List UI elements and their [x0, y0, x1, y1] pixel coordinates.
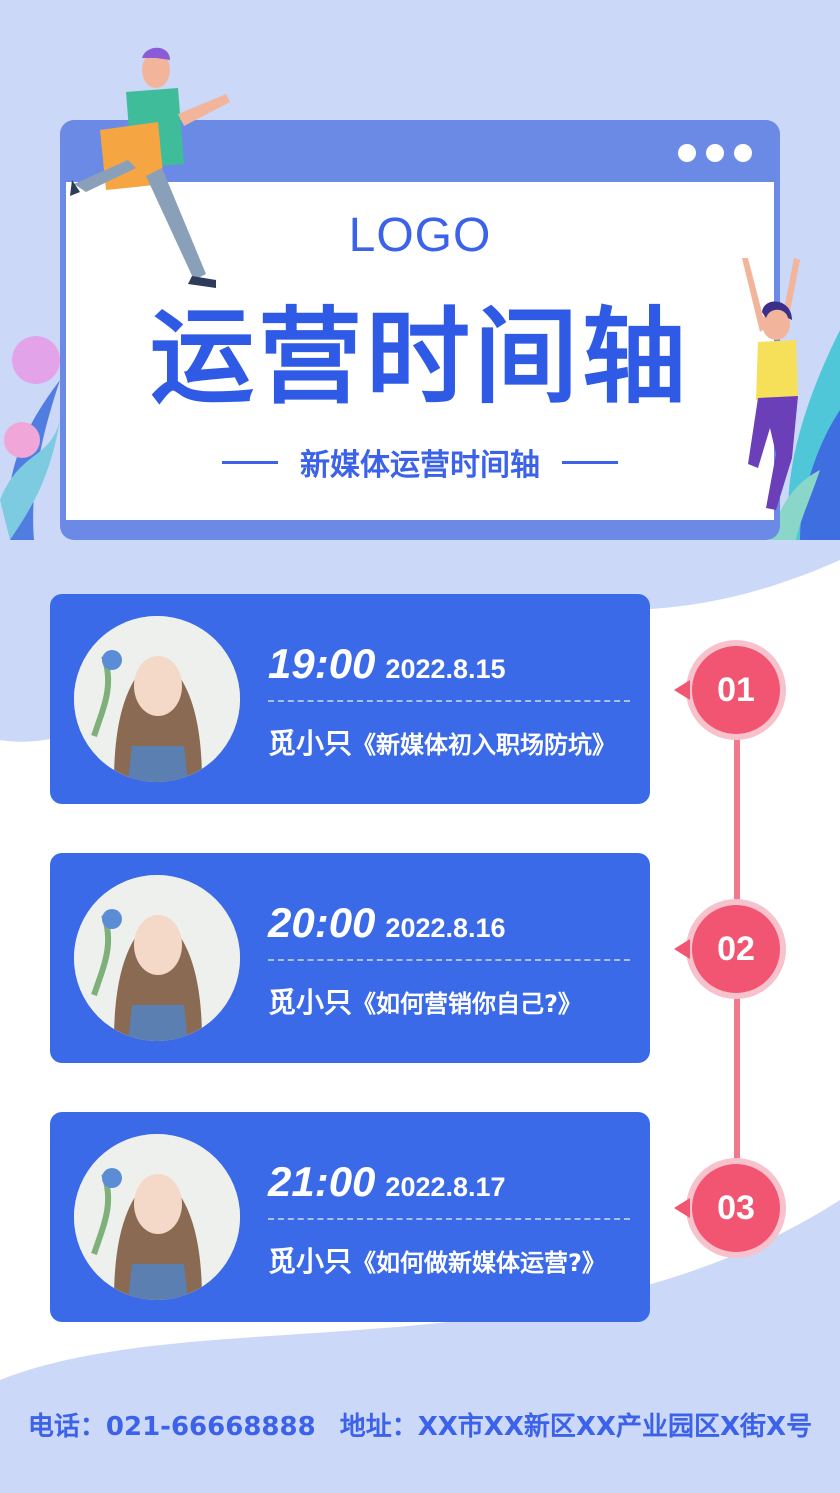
card-divider [268, 959, 630, 961]
event-topic: 《如何做新媒体运营?》 [352, 1249, 606, 1277]
event-topic: 《如何营销你自己?》 [352, 990, 582, 1018]
event-date: 2022.8.16 [385, 913, 506, 943]
footer-phone: 电话：021-66668888 [27, 1412, 316, 1442]
jumping-woman-illustration [742, 258, 800, 510]
timeline-card[interactable]: 21:00 2022.8.17 觅小只《如何做新媒体运营?》 [50, 1112, 650, 1322]
step-pointer-icon [674, 939, 690, 959]
timeline-step-marker: 03 [674, 1158, 786, 1258]
timeline-card[interactable]: 20:00 2022.8.16 觅小只《如何营销你自己?》 [50, 853, 650, 1063]
step-number: 02 [692, 905, 780, 993]
event-time: 19:00 [268, 640, 376, 687]
event-topic: 《新媒体初入职场防坑》 [352, 731, 617, 759]
event-date: 2022.8.17 [385, 1172, 506, 1202]
timeline-card[interactable]: 19:00 2022.8.15 觅小只《新媒体初入职场防坑》 [50, 594, 650, 804]
window-dots [678, 144, 752, 162]
step-pointer-icon [674, 680, 690, 700]
footer-address: 地址：XX市XX新区XX产业园区X街X号 [339, 1412, 813, 1442]
speaker-name: 觅小只 [268, 727, 353, 760]
subtitle-left-line [222, 460, 278, 464]
running-man-illustration [70, 47, 230, 288]
speaker-name: 觅小只 [268, 1245, 353, 1278]
avatar [74, 1134, 240, 1300]
avatar [74, 875, 240, 1041]
card-divider [268, 700, 630, 702]
page-title: 运营时间轴 [149, 296, 690, 418]
card-divider [268, 1218, 630, 1220]
step-number: 01 [692, 646, 780, 734]
step-number: 03 [692, 1164, 780, 1252]
timeline-step-marker: 02 [674, 899, 786, 999]
event-date: 2022.8.15 [385, 654, 506, 684]
footer-contact: 电话：021-66668888 地址：XX市XX新区XX产业园区X街X号 [0, 1406, 840, 1443]
window-dot-icon [678, 144, 696, 162]
event-time: 20:00 [268, 899, 376, 946]
subtitle-right-line [562, 460, 618, 464]
subtitle-row: 新媒体运营时间轴 [0, 440, 840, 484]
event-time: 21:00 [268, 1158, 376, 1205]
window-dot-icon [706, 144, 724, 162]
timeline-step-marker: 01 [674, 640, 786, 740]
avatar [74, 616, 240, 782]
window-dot-icon [734, 144, 752, 162]
step-pointer-icon [674, 1198, 690, 1218]
speaker-name: 觅小只 [268, 986, 353, 1019]
page-subtitle: 新媒体运营时间轴 [300, 448, 540, 483]
